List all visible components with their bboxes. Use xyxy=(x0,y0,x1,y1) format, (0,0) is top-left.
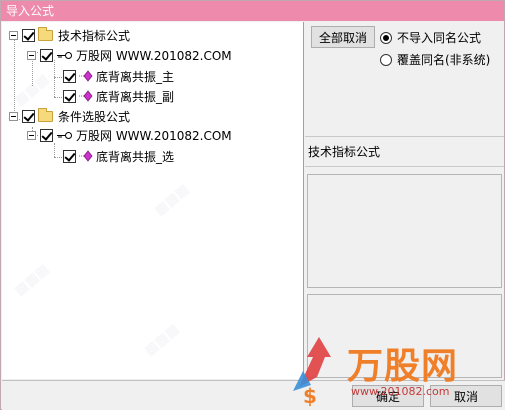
window-title: 导入公式 xyxy=(1,1,504,21)
tree-node-formula[interactable]: 底背离共振_选 xyxy=(63,146,174,166)
node-checkbox[interactable] xyxy=(63,89,76,103)
radio-overwrite-duplicates[interactable]: 覆盖同名(非系统) xyxy=(380,51,490,68)
key-icon xyxy=(57,131,72,139)
section-label: 技术指标公式 xyxy=(308,145,381,159)
divider xyxy=(305,136,504,137)
tree-node-screening-folder[interactable]: 条件选股公式 xyxy=(9,106,130,126)
formula-tree: 技术指标公式 万股网 WWW.201082.COM 底背离共振_主 底背离共振_… xyxy=(2,22,304,379)
folder-icon xyxy=(38,107,53,122)
radio-button[interactable] xyxy=(380,53,392,66)
tree-node-label: 底背离共振_主 xyxy=(96,69,175,84)
cancel-button[interactable]: 取消 xyxy=(430,385,502,407)
tree-node-label: 底背离共振_副 xyxy=(96,89,175,104)
divider xyxy=(305,166,504,167)
formula-icon xyxy=(79,70,93,82)
node-checkbox[interactable] xyxy=(63,69,76,83)
tree-node-formula[interactable]: 底背离共振_副 xyxy=(63,86,174,106)
watermark: ▦▦▦ xyxy=(151,181,193,219)
tree-node-label: 技术指标公式 xyxy=(58,28,131,43)
node-checkbox[interactable] xyxy=(22,109,35,123)
radio-skip-duplicates[interactable]: 不导入同名公式 xyxy=(380,29,481,46)
tree-node-formula[interactable]: 底背离共振_主 xyxy=(63,66,174,86)
node-checkbox[interactable] xyxy=(40,48,53,62)
formula-description-box xyxy=(307,174,502,288)
tree-node-author[interactable]: 万股网 WWW.201082.COM xyxy=(27,125,232,145)
formula-icon xyxy=(79,90,93,102)
node-checkbox[interactable] xyxy=(40,128,53,142)
folder-icon xyxy=(38,26,53,41)
deselect-all-button[interactable]: 全部取消 xyxy=(311,26,375,48)
radio-button[interactable] xyxy=(380,31,392,44)
formula-icon xyxy=(79,150,93,162)
collapse-toggle[interactable] xyxy=(9,30,18,40)
tree-node-indicator-folder[interactable]: 技术指标公式 xyxy=(9,25,130,45)
ok-button[interactable]: 确定 xyxy=(352,385,424,407)
tree-node-label: 万股网 WWW.201082.COM xyxy=(76,48,232,63)
tree-node-label: 万股网 WWW.201082.COM xyxy=(76,128,232,143)
tree-node-label: 底背离共振_选 xyxy=(96,149,175,164)
formula-detail-box xyxy=(307,294,502,378)
watermark: ▦▦▦ xyxy=(141,321,183,359)
collapse-toggle[interactable] xyxy=(27,50,36,60)
key-icon xyxy=(57,51,72,59)
collapse-toggle[interactable] xyxy=(9,111,18,121)
collapse-toggle[interactable] xyxy=(27,130,36,140)
tree-node-label: 条件选股公式 xyxy=(58,109,131,124)
import-formula-dialog: 导入公式 技术指标公式 万股网 WWW.201082.COM 底背离共振_主 底… xyxy=(0,0,505,410)
radio-label: 不导入同名公式 xyxy=(397,31,482,45)
radio-label: 覆盖同名(非系统) xyxy=(397,53,491,67)
node-checkbox[interactable] xyxy=(22,28,35,42)
footer-bar: 确定 取消 xyxy=(2,380,505,410)
options-panel: 全部取消 不导入同名公式 覆盖同名(非系统) 技术指标公式 xyxy=(305,22,504,379)
tree-node-author[interactable]: 万股网 WWW.201082.COM xyxy=(27,45,232,65)
watermark: ▦▦▦ xyxy=(11,261,53,299)
node-checkbox[interactable] xyxy=(63,149,76,163)
